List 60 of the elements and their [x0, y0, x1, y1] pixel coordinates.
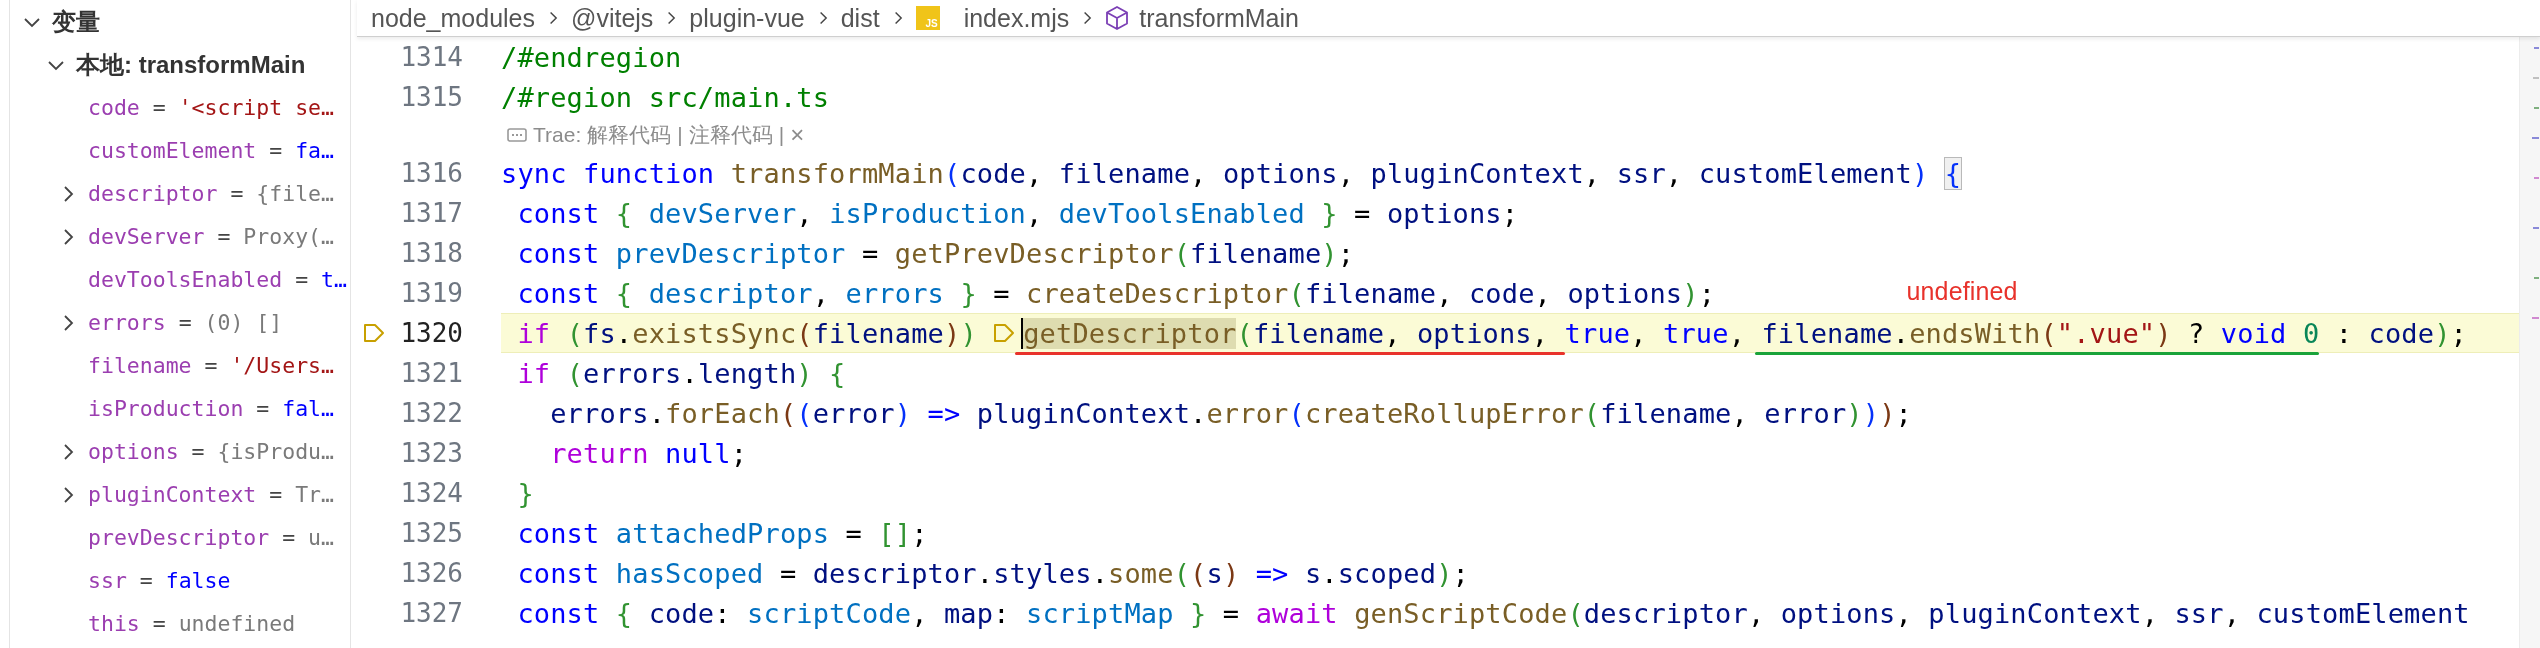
code-text: /#region src/main.ts	[501, 81, 830, 113]
line-number: 1323	[399, 438, 463, 468]
breadcrumb-item[interactable]: @vitejs	[571, 3, 654, 33]
variable-entry[interactable]: prevDescriptor = u…	[88, 525, 334, 550]
variable-entry[interactable]: ssr = false	[88, 568, 231, 593]
code-text: const { code: scriptCode, map: scriptMap } = await genScriptCode(descriptor, options, pluginContext, ssr, customElement	[516, 597, 2470, 629]
variable-entry[interactable]: descriptor = {file…	[88, 181, 334, 206]
line-number: 1325	[399, 518, 463, 548]
line-number: 1317	[399, 198, 463, 228]
breadcrumb-item[interactable]: dist	[840, 3, 880, 33]
line-number: 1322	[399, 398, 463, 428]
code-text: const attachedProps = [];	[516, 517, 928, 549]
scope-title[interactable]: 本地: transformMain	[76, 48, 306, 81]
codelens-icon	[507, 128, 527, 142]
code-text: errors.forEach((error) => pluginContext.error(createRollupError(filename, error)));	[549, 397, 1912, 429]
variable-entry[interactable]: isProduction = fal…	[88, 396, 334, 421]
line-number: 1321	[399, 358, 463, 388]
line-number: 1316	[399, 158, 463, 188]
variable-entry[interactable]: filename = '/Users…	[88, 353, 334, 378]
code-text: sync function transformMain(code, filename, options, pluginContext, ssr, customElement) {	[501, 157, 1962, 189]
separator: |	[778, 123, 785, 147]
breadcrumb-item[interactable]: node_modules	[371, 3, 535, 33]
annotation-text: undefined	[1906, 276, 2018, 306]
line-number: 1324	[399, 478, 463, 508]
line-number: 1320	[399, 318, 463, 348]
variable-entry[interactable]: options = {isProdu…	[88, 439, 334, 464]
code-text: /#endregion	[501, 41, 682, 73]
code-text: const { devServer, isProduction, devToolsEnabled } = options;	[516, 197, 1519, 229]
code-text: true, true,	[1564, 317, 1747, 349]
line-number: 1318	[399, 238, 463, 268]
code-text: getDescriptor(filename, options,	[1021, 317, 1550, 349]
code-text: }	[516, 477, 534, 509]
js-file-icon: JS	[915, 6, 940, 30]
code-text: const { descriptor, errors } = createDescriptor(filename, code, options);	[516, 277, 1716, 309]
code-text: filename.endsWith(".vue") ? void 0	[1761, 317, 2320, 349]
breadcrumb-item[interactable]: JS index.mjs	[915, 3, 1070, 33]
code-text: const prevDescriptor = getPrevDescriptor(filename);	[516, 237, 1355, 269]
code-text: if (fs.existsSync(filename))	[516, 317, 978, 349]
variable-entry[interactable]: devServer = Proxy(…	[88, 224, 334, 249]
variable-entry[interactable]: pluginContext = Tr…	[88, 482, 334, 507]
code-text: : code);	[2334, 317, 2467, 349]
variable-entry[interactable]: customElement = fa…	[88, 138, 334, 163]
line-number: 1319	[399, 278, 463, 308]
variable-entry[interactable]: code = '<script se…	[88, 95, 334, 120]
code-text: if (errors.length) {	[516, 357, 846, 389]
code-text: const hasScoped = descriptor.styles.some((s) => s.scoped);	[516, 557, 1469, 589]
line-number: 1315	[399, 82, 463, 112]
section-title[interactable]: 变量	[52, 5, 100, 38]
line-number: 1326	[399, 558, 463, 588]
variable-entry[interactable]: this = undefined	[88, 611, 296, 636]
code-text: return null;	[549, 437, 748, 469]
breadcrumb-item[interactable]: plugin-vue	[689, 3, 805, 33]
variable-entry[interactable]: devToolsEnabled = t…	[88, 267, 347, 292]
line-number: 1314	[399, 42, 463, 72]
separator: |	[677, 123, 683, 147]
cube-icon	[1105, 5, 1130, 31]
line-number: 1327	[399, 598, 463, 628]
breadcrumb-item[interactable]: transformMain	[1105, 3, 1299, 33]
variable-entry[interactable]: errors = (0) []	[88, 310, 283, 335]
codelens-label: Trae:	[533, 123, 582, 147]
